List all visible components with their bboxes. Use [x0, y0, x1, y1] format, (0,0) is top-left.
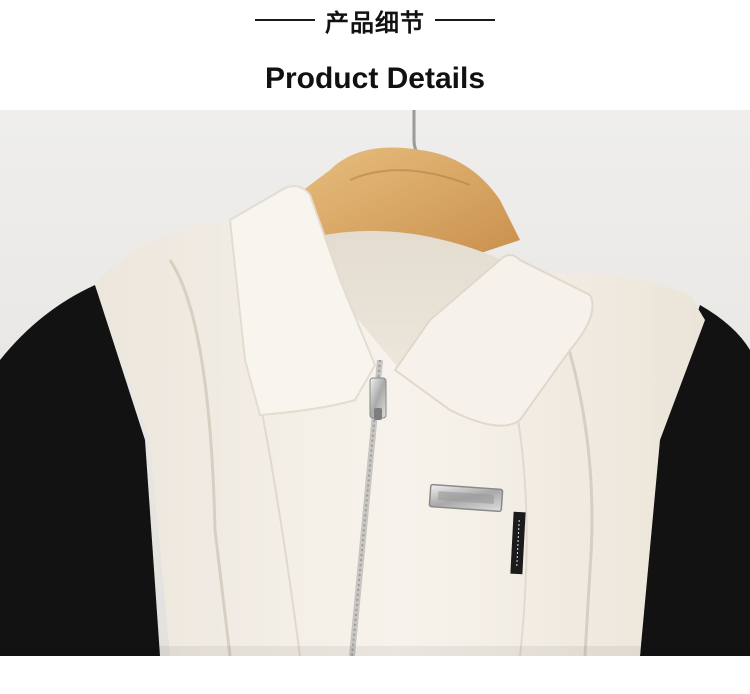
- section-title-en: Product Details: [264, 62, 486, 95]
- page-header: 产品细节 Product Details: [0, 0, 750, 110]
- title-rule-right: [435, 19, 495, 21]
- title-rule-left: [255, 19, 315, 21]
- product-detail-photo: [0, 110, 750, 656]
- section-title-cn: 产品细节: [325, 8, 425, 37]
- metal-badge: [428, 483, 504, 513]
- section-title-row: 产品细节: [0, 2, 750, 38]
